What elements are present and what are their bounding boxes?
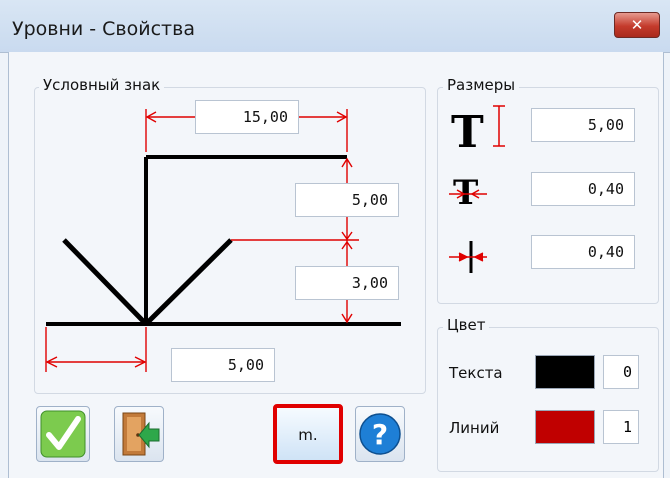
help-icon: ? [359, 413, 401, 455]
text-width-icon: T [449, 173, 487, 210]
svg-text:?: ? [372, 418, 388, 451]
ok-button[interactable] [36, 406, 90, 462]
text-color-swatch[interactable] [535, 355, 595, 389]
svg-text:T: T [451, 107, 484, 152]
text-color-label: Текста [449, 364, 503, 382]
units-button[interactable]: m. [273, 404, 343, 464]
units-button-label: m. [298, 426, 318, 444]
line-width-field[interactable]: 0,40 [531, 235, 635, 269]
help-button[interactable]: ? [355, 406, 405, 462]
right-diagonal [144, 238, 233, 326]
color-group-legend: Цвет [443, 316, 490, 334]
height-upper-field[interactable]: 5,00 [295, 183, 399, 217]
text-color-index[interactable]: 0 [603, 355, 639, 389]
title-bar[interactable]: Уровни - Свойства ✕ [0, 0, 670, 53]
left-diagonal [62, 238, 148, 326]
door-exit-icon [122, 412, 160, 456]
width-top-field[interactable]: 15,00 [195, 100, 299, 134]
checkmark-icon [40, 410, 86, 458]
line-width-icon [449, 241, 487, 273]
sizes-group-legend: Размеры [443, 76, 520, 94]
text-width-field[interactable]: 0,40 [531, 172, 635, 206]
exit-button[interactable] [114, 406, 164, 462]
line-color-label: Линий [449, 419, 500, 437]
color-group [437, 327, 659, 472]
height-lower-field[interactable]: 3,00 [295, 266, 399, 300]
line-color-swatch[interactable] [535, 410, 595, 444]
close-button[interactable]: ✕ [614, 12, 660, 38]
text-height-field[interactable]: 5,00 [531, 108, 635, 142]
dialog-body: Условный знак 15,00 5,00 3,00 5,00 Разме… [8, 52, 664, 478]
offset-bottom-field[interactable]: 5,00 [171, 348, 275, 382]
window-title: Уровни - Свойства [12, 18, 195, 40]
level-properties-dialog: Уровни - Свойства ✕ Условный знак 15,00 … [0, 0, 670, 478]
dimension-lines [45, 109, 359, 372]
text-height-icon: T [451, 105, 505, 152]
svg-text:T: T [453, 173, 478, 210]
close-icon: ✕ [630, 16, 644, 34]
line-color-index[interactable]: 1 [603, 410, 639, 444]
